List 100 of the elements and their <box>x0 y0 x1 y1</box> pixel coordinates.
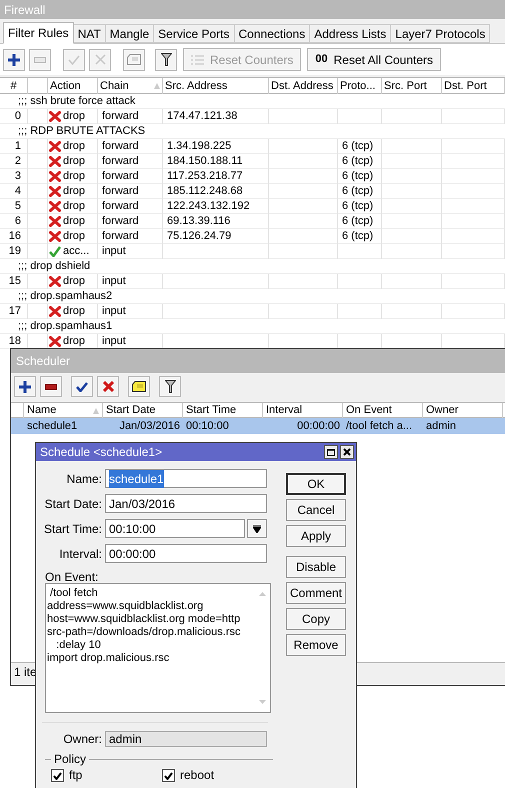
column-header[interactable]: Src. Port <box>384 78 427 94</box>
table-cell: 1 <box>14 139 21 154</box>
table-cell: 75.126.24.79 <box>167 229 232 244</box>
column-header[interactable]: Src. Address <box>165 78 228 94</box>
table-cell: drop <box>63 154 86 169</box>
column-header[interactable]: Chain <box>100 78 129 94</box>
table-cell: input <box>102 244 126 259</box>
column-header[interactable]: Interval <box>266 402 302 419</box>
table-cell: input <box>102 334 126 349</box>
maximize-icon <box>327 448 335 456</box>
dialog-button[interactable]: Comment <box>286 582 346 604</box>
column-header[interactable]: # <box>10 78 17 94</box>
table-cell: forward <box>102 169 139 184</box>
dialog-button[interactable]: Remove <box>286 634 346 656</box>
column-header[interactable]: Dst. Port <box>444 78 487 94</box>
table-cell: 16 <box>8 229 21 244</box>
comment-button[interactable] <box>128 376 150 397</box>
tab[interactable]: Filter Rules <box>3 22 74 44</box>
cross-icon <box>49 141 61 152</box>
tab[interactable]: Service Ports <box>154 24 235 43</box>
check-icon <box>49 246 61 257</box>
close-button[interactable] <box>340 445 354 459</box>
filter-icon <box>160 53 172 66</box>
enable-button[interactable] <box>71 376 93 397</box>
filter-button[interactable] <box>155 48 177 70</box>
tab[interactable]: Address Lists <box>310 24 392 43</box>
column-header[interactable]: Name <box>27 402 56 419</box>
counter-text: 00 <box>315 52 328 68</box>
table-cell: forward <box>102 184 139 199</box>
column-header[interactable]: Start Date <box>106 402 156 419</box>
table-cell: input <box>102 274 126 289</box>
filter-button[interactable] <box>159 376 181 397</box>
cross-icon <box>49 171 61 182</box>
table-cell: 1.34.198.225 <box>167 139 232 154</box>
tab[interactable]: Mangle <box>106 24 154 43</box>
text-field[interactable]: 00:00:00 <box>105 544 267 563</box>
schedule-row[interactable]: schedule1 Jan/03/2016 00:10:00 00:00:00 /tool fetch a... admin <box>11 418 505 434</box>
cross-icon <box>49 336 61 347</box>
column-header[interactable]: Owner <box>426 402 458 419</box>
cross-icon <box>49 156 61 167</box>
column-header[interactable]: Proto... <box>340 78 376 94</box>
field-label: Start Time: <box>42 520 103 538</box>
table-cell: 184.150.188.11 <box>167 154 243 169</box>
table-cell-text: 00:00:00 <box>297 418 340 434</box>
cross-icon <box>49 231 61 242</box>
reset-all-counters-button[interactable]: 00 Reset All Counters <box>307 48 442 71</box>
add-button[interactable] <box>3 48 25 70</box>
checkbox-label: ftp <box>69 769 82 782</box>
check-icon <box>68 54 80 64</box>
table-cell: acc... <box>63 244 90 259</box>
column-header[interactable]: Dst. Address <box>271 78 334 94</box>
table-cell: drop <box>63 214 86 229</box>
dialog-title: Schedule <schedule1> <box>40 444 162 461</box>
table-cell: forward <box>102 199 139 214</box>
table-cell: 6 (tcp) <box>342 184 374 199</box>
text-field[interactable]: schedule1 <box>105 469 267 488</box>
cross-icon <box>49 276 61 287</box>
add-button[interactable] <box>14 376 36 397</box>
dialog-button[interactable]: Copy <box>286 608 346 630</box>
dropdown-button[interactable] <box>247 519 267 538</box>
tab[interactable]: Layer7 Protocols <box>391 24 490 43</box>
check-icon <box>76 382 88 392</box>
dialog-button[interactable]: OK <box>286 473 346 495</box>
tab[interactable]: NAT <box>74 24 106 43</box>
table-cell: 5 <box>14 199 21 214</box>
disable-button[interactable] <box>97 376 119 397</box>
plus-icon <box>19 380 31 392</box>
dialog-button[interactable]: Cancel <box>286 499 346 521</box>
dialog-button[interactable]: Disable <box>286 556 346 578</box>
text-field[interactable]: 00:10:00 <box>105 519 245 538</box>
table-cell: 69.13.39.116 <box>167 214 230 229</box>
checkbox[interactable] <box>51 769 64 782</box>
table-cell: input <box>102 304 126 319</box>
script-field[interactable]: /tool fetch address=www.squidblacklist.org host=www.squidblacklist.org mode=http src-path=/downloads/drop.malicious.rsc :delay 10 import drop.malicious.rsc <box>45 583 271 713</box>
table-cell: 3 <box>14 169 21 184</box>
field-label: Start Date: <box>44 496 103 512</box>
table-cell: forward <box>102 214 139 229</box>
owner-field: admin <box>105 731 267 747</box>
column-header[interactable]: Start Time <box>186 402 236 419</box>
table-cell: 19 <box>8 244 21 259</box>
plus-icon <box>8 54 20 66</box>
checkbox[interactable] <box>162 769 175 782</box>
rule-comment: ;;; drop.spamhaus1 <box>18 318 112 334</box>
table-cell: drop <box>63 199 86 214</box>
remove-button[interactable] <box>40 376 62 397</box>
table-cell-text: 00:10:00 <box>186 418 229 434</box>
rule-comment: ;;; RDP BRUTE ATTACKS <box>18 124 146 139</box>
table-cell: 4 <box>14 184 21 199</box>
tab[interactable]: Connections <box>234 24 310 43</box>
table-cell: forward <box>102 154 139 169</box>
maximize-button[interactable] <box>324 445 338 459</box>
dialog-button[interactable]: Apply <box>286 525 346 547</box>
table-cell: 18 <box>8 334 21 349</box>
cross-icon <box>49 306 61 317</box>
group-title: Policy <box>53 751 88 768</box>
table-cell-text: admin <box>426 418 456 434</box>
column-header[interactable]: Action <box>50 78 81 94</box>
table-cell: 17 <box>8 304 21 319</box>
column-header[interactable]: On Event <box>346 402 392 419</box>
text-field[interactable]: Jan/03/2016 <box>105 494 267 513</box>
